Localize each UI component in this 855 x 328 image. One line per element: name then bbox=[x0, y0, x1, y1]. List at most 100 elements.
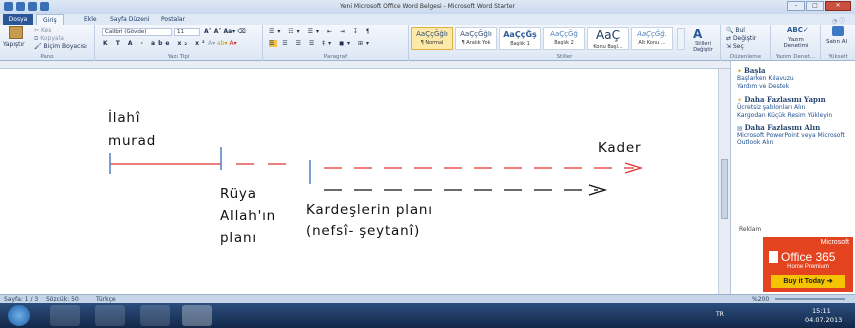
start-heading: ✦ Başla bbox=[737, 66, 766, 75]
ribbon-tabs: Dosya Giriş Ekle Sayfa Düzeni Postalar ◔… bbox=[0, 14, 855, 25]
window-controls: – □ ✕ bbox=[787, 1, 851, 11]
style-no-spacing-sample: AaÇçĞğIı bbox=[460, 30, 492, 38]
ie-taskbar-icon[interactable] bbox=[50, 305, 80, 326]
label-ruya: Rüya bbox=[220, 186, 257, 202]
start-heading-text: Başla bbox=[743, 66, 766, 75]
highlight-color-icon[interactable]: A▾ ab▾ A▾ bbox=[208, 40, 237, 47]
link-powerpoint[interactable]: Microsoft PowerPoint veya Microsoft Outl… bbox=[737, 132, 851, 146]
cut-button[interactable]: ✂ Kes bbox=[34, 27, 51, 34]
clipboard-group-label: Pano bbox=[40, 54, 54, 60]
tab-insert[interactable]: Ekle bbox=[84, 16, 97, 23]
office-ad[interactable]: Microsoft Office 365 Home Premium Buy it… bbox=[763, 237, 853, 292]
style-title-sample: AaÇ bbox=[596, 28, 620, 42]
editing-group: 🔍 Bul ⇄ Değiştir ⇲ Seç Düzenleme bbox=[721, 25, 771, 61]
vertical-scrollbar[interactable] bbox=[718, 69, 730, 294]
style-heading-1-sample: AaÇçĞş bbox=[503, 30, 537, 39]
style-title[interactable]: AaÇ Konu Başl... bbox=[587, 27, 629, 50]
lang-indicator[interactable]: TR bbox=[716, 311, 724, 318]
folder-icon: ▤ bbox=[737, 125, 743, 132]
select-button[interactable]: ⇲ Seç bbox=[726, 43, 744, 50]
clock-date[interactable]: 04.07.2013 bbox=[805, 316, 842, 324]
link-getting-started[interactable]: Başlarken Kılavuzu bbox=[737, 75, 794, 82]
link-templates[interactable]: Ücretsiz şablonları Alın bbox=[737, 104, 805, 111]
spelling-icon[interactable]: ABC✓ bbox=[787, 26, 809, 34]
font-size-value: 11 bbox=[177, 29, 184, 35]
link-help[interactable]: Yardım ve Destek bbox=[737, 83, 789, 90]
bold-italic-underline-icons[interactable]: K T A · abe x₂ x² bbox=[103, 40, 208, 47]
style-heading-2[interactable]: AaÇçĞğ Başlık 2 bbox=[543, 27, 585, 50]
style-title-name: Konu Başl... bbox=[593, 44, 623, 50]
close-button[interactable]: ✕ bbox=[825, 1, 851, 11]
word-window: Yeni Microsoft Office Word Belgesi - Mic… bbox=[0, 0, 855, 328]
style-heading-2-name: Başlık 2 bbox=[554, 40, 574, 46]
tab-file[interactable]: Dosya bbox=[3, 14, 33, 25]
change-styles-icon[interactable]: A bbox=[693, 27, 702, 41]
horizontal-ruler[interactable] bbox=[0, 61, 855, 69]
ad-product-text: Office 365 bbox=[781, 250, 836, 264]
label-murad: murad bbox=[108, 133, 157, 149]
style-normal-sample: AaÇçĞğIı bbox=[416, 30, 448, 38]
office-logo-icon bbox=[769, 251, 778, 263]
start-button[interactable] bbox=[8, 305, 30, 326]
link-clipart[interactable]: Kargodan Küçük Resim Yükleyin bbox=[737, 112, 832, 119]
skype-taskbar-icon[interactable] bbox=[140, 305, 170, 326]
clipboard-group: Yapıştır ✂ Kes ⧉ Kopyala 🖌 Biçim Boyacıs… bbox=[0, 25, 95, 61]
proofing-group: ABC✓ Yazım Denetimi Yazım Denet... bbox=[771, 25, 821, 61]
status-words[interactable]: Sözcük: 50 bbox=[46, 296, 79, 303]
list-buttons-icon[interactable]: ☰▾ ☷▾ ☰▾ ⇤ ⇥ ↧ ¶ bbox=[269, 28, 373, 35]
paste-icon[interactable] bbox=[9, 26, 23, 39]
label-nefsi: (nefsî- şeytanî) bbox=[306, 223, 421, 239]
status-zoom[interactable]: %200 bbox=[752, 296, 769, 303]
scroll-thumb[interactable] bbox=[721, 159, 728, 219]
replace-button[interactable]: ⇄ Değiştir bbox=[726, 35, 756, 42]
proofing-group-label: Yazım Denet... bbox=[775, 54, 816, 60]
paragraph-group-label: Paragraf bbox=[323, 54, 348, 60]
spelling-button[interactable]: Yazım Denetimi bbox=[775, 37, 817, 49]
style-heading-1[interactable]: AaÇçĞş Başlık 1 bbox=[499, 27, 541, 50]
purchase-button[interactable]: Satın Al bbox=[826, 39, 847, 45]
style-heading-2-sample: AaÇçĞğ bbox=[550, 30, 578, 38]
font-group: Calibri (Gövde) 11 A˄ A˅ Aa▾ ⌫ K T A · a… bbox=[95, 25, 263, 61]
cut-label: Kes bbox=[40, 27, 52, 34]
grow-font-icon[interactable]: A˄ A˅ Aa▾ ⌫ bbox=[204, 28, 246, 35]
replace-label: Değiştir bbox=[732, 35, 757, 42]
align-buttons-icon[interactable]: ☰ ☰ ☰ ☰ ‡▾ ◼▾ ⊞▾ bbox=[269, 40, 372, 47]
tab-page-layout[interactable]: Sayfa Düzeni bbox=[110, 16, 149, 23]
star-icon: ✦ bbox=[737, 68, 743, 75]
chrome-taskbar-icon[interactable] bbox=[95, 305, 125, 326]
tab-home[interactable]: Giriş bbox=[36, 14, 64, 25]
style-subtitle[interactable]: AaÇçĞğ. Alt Konu ... bbox=[631, 27, 673, 50]
status-page[interactable]: Sayfa: 1 / 3 bbox=[4, 296, 38, 303]
bulb-icon: ☀ bbox=[737, 97, 743, 104]
style-heading-1-name: Başlık 1 bbox=[510, 41, 530, 47]
status-language[interactable]: Türkçe bbox=[96, 296, 116, 303]
font-name-dropdown[interactable]: Calibri (Gövde) bbox=[102, 28, 172, 36]
change-styles-button[interactable]: Stilleri Değiştir bbox=[688, 41, 718, 53]
paste-button[interactable]: Yapıştır bbox=[3, 41, 25, 48]
tab-mailings[interactable]: Postalar bbox=[161, 16, 185, 23]
maximize-button[interactable]: □ bbox=[806, 1, 824, 11]
get-more-heading-text: Daha Fazlasını Alın bbox=[744, 123, 821, 132]
editing-group-label: Düzenleme bbox=[729, 54, 762, 60]
word-taskbar-icon[interactable] bbox=[182, 305, 212, 326]
font-size-dropdown[interactable]: 11 bbox=[174, 28, 200, 36]
buy-today-button[interactable]: Buy it Today ➔ bbox=[771, 275, 845, 288]
style-normal[interactable]: AaÇçĞğIı ¶ Normal bbox=[411, 27, 453, 50]
copy-button[interactable]: ⧉ Kopyala bbox=[34, 35, 64, 43]
find-button[interactable]: 🔍 Bul bbox=[726, 27, 745, 34]
style-normal-name: ¶ Normal bbox=[420, 40, 444, 46]
find-label: Bul bbox=[735, 27, 745, 34]
format-painter-button[interactable]: 🖌 Biçim Boyacısı bbox=[34, 43, 87, 50]
style-no-spacing[interactable]: AaÇçĞğIı ¶ Aralık Yok bbox=[455, 27, 497, 50]
zoom-slider[interactable] bbox=[775, 298, 845, 300]
minimize-button[interactable]: – bbox=[787, 1, 805, 11]
styles-scroll[interactable] bbox=[677, 28, 685, 50]
style-subtitle-name: Alt Konu ... bbox=[638, 40, 666, 46]
clock-time[interactable]: 15:11 bbox=[812, 307, 831, 315]
help-icon[interactable]: ◔ ⓘ bbox=[832, 16, 845, 25]
do-more-heading-text: Daha Fazlasını Yapın bbox=[744, 95, 826, 104]
do-more-heading: ☀ Daha Fazlasını Yapın bbox=[737, 95, 826, 104]
buy-today-label: Buy it Today bbox=[783, 278, 825, 285]
upgrade-group: Satın Al Yükselt bbox=[821, 25, 855, 61]
purchase-icon[interactable] bbox=[832, 26, 844, 36]
